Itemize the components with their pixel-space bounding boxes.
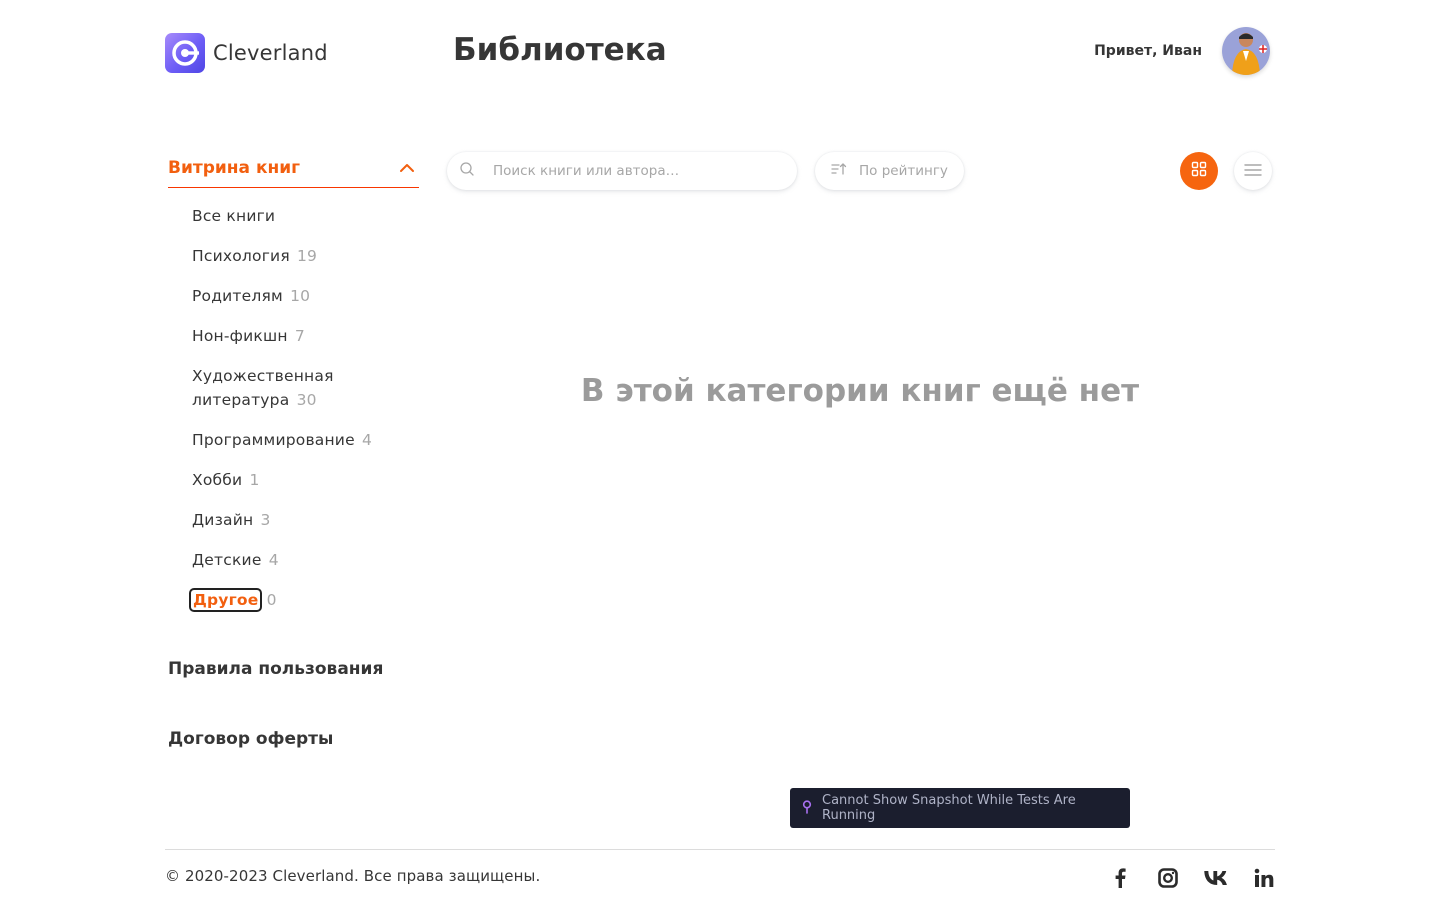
category-label: Все книги [192,207,276,225]
menu-lines-icon [1244,162,1262,181]
greeting: Привет, Иван [1094,43,1202,59]
category-item[interactable]: Психология 19 [192,244,392,268]
sort-icon [831,161,847,181]
copyright: © 2020-2023 Cleverland. Все права защище… [165,867,541,885]
category-item[interactable]: Дизайн 3 [192,508,392,532]
sidebar: Витрина книг Все книги Психология 19 Род… [168,148,419,628]
empty-state-message: В этой категории книг ещё нет [580,373,1140,409]
category-label: Дизайн [192,511,254,529]
category-count: 19 [296,247,318,265]
search-icon [459,161,475,181]
category-label: Родителям [192,287,283,305]
linkedin-icon[interactable] [1252,866,1276,890]
grid-icon [1191,161,1207,181]
instagram-icon[interactable] [1156,866,1180,890]
sort-button[interactable]: По рейтингу [815,152,964,190]
snapshot-toast: Cannot Show Snapshot While Tests Are Run… [790,788,1130,828]
category-item[interactable]: Программирование 4 [192,428,392,452]
avatar[interactable] [1222,27,1270,75]
user-menu[interactable]: Привет, Иван [1094,27,1270,75]
sort-label: По рейтингу [859,163,948,179]
category-count: 0 [266,591,277,609]
footer-divider [165,849,1275,850]
offer-link[interactable]: Договор оферты [168,729,333,749]
category-count: 3 [260,511,271,529]
list-view-button[interactable] [1234,152,1272,190]
terms-link[interactable]: Правила пользования [168,659,383,679]
category-count: 30 [296,391,317,409]
grid-view-button[interactable] [1180,152,1218,190]
category-count: 1 [249,471,260,489]
category-count: 4 [361,431,373,449]
category-item[interactable]: Детские 4 [192,548,392,572]
showcase-toggle[interactable]: Витрина книг [168,148,419,188]
chevron-up-icon [397,158,417,178]
logo-text: Cleverland [213,41,328,65]
category-label: Психология [192,247,290,265]
search-box [447,152,797,190]
category-item[interactable]: Все книги [192,204,392,228]
category-label: Другое [188,588,263,612]
toast-text: Cannot Show Snapshot While Tests Are Run… [822,793,1076,823]
category-count: 10 [290,287,311,305]
showcase-title: Витрина книг [168,157,301,178]
category-item[interactable]: Хобби 1 [192,468,392,492]
page-title: Библиотека [453,32,667,68]
logo[interactable]: Cleverland [165,33,328,73]
category-item[interactable]: Нон-фикшн 7 [192,324,392,348]
category-list: Все книги Психология 19 Родителям 10 Нон… [168,204,419,612]
category-item[interactable]: Родителям 10 [192,284,392,308]
vk-icon[interactable] [1204,866,1228,890]
category-label: Программирование [192,431,355,449]
social-links [1108,866,1276,890]
search-input[interactable] [493,163,783,179]
category-label: Нон-фикшн [192,327,288,345]
facebook-icon[interactable] [1108,866,1132,890]
category-count: 4 [268,551,279,569]
logo-icon [165,33,205,73]
category-label: Детские [192,551,262,569]
category-item-active[interactable]: Другое 0 [188,588,392,612]
category-count: 7 [294,327,305,345]
category-item[interactable]: Художественная литература 30 [192,364,392,412]
pin-icon [802,799,812,818]
category-label: Хобби [192,471,243,489]
